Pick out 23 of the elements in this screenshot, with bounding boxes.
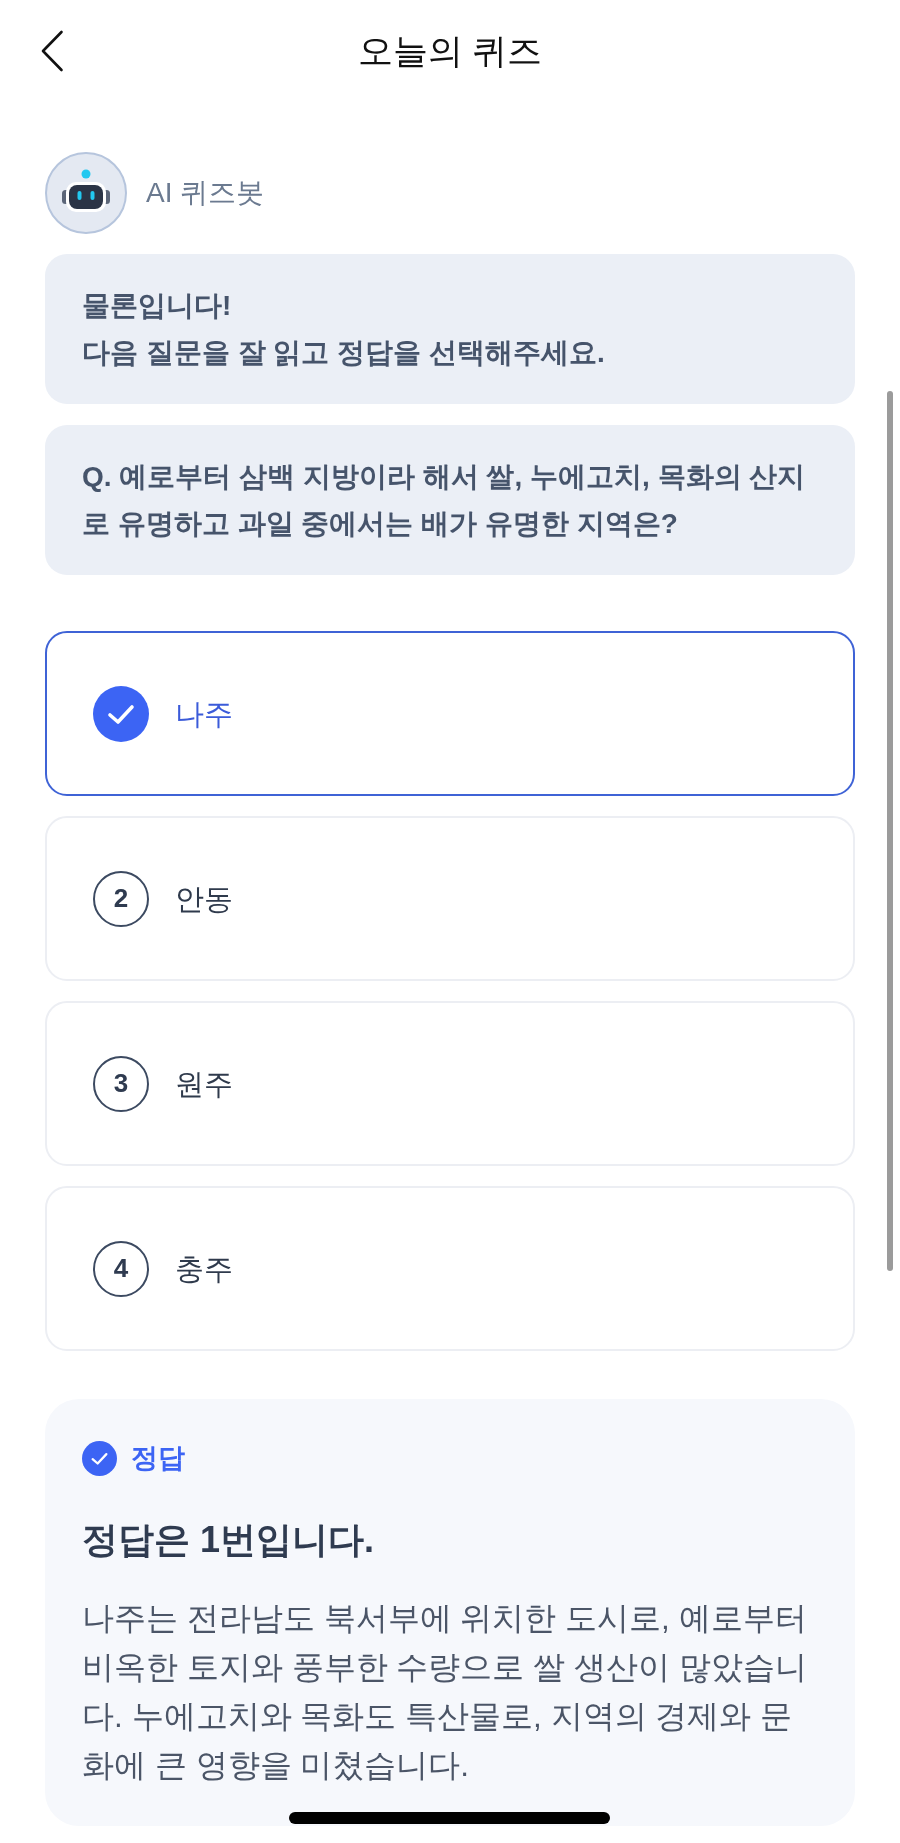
answer-option[interactable]: 4 충주 bbox=[45, 1186, 855, 1351]
option-label: 나주 bbox=[175, 696, 233, 732]
robot-avatar-icon bbox=[45, 152, 127, 234]
answer-option[interactable]: 2 안동 bbox=[45, 816, 855, 981]
answer-explanation: 나주는 전라남도 북서부에 위치한 도시로, 예로부터 비옥한 토지와 풍부한 수량으로 쌀 생산이 많았습니다. 누에고치와 목화도 특산물로, 지역의 경제와 문화에 큰 영향을 미쳤습니다. bbox=[82, 1599, 808, 1785]
check-icon bbox=[93, 685, 149, 742]
option-number: 4 bbox=[93, 1240, 149, 1297]
option-label: 원주 bbox=[175, 1066, 233, 1102]
option-number: 2 bbox=[93, 870, 149, 927]
bot-name: AI 퀴즈봇 bbox=[146, 176, 265, 210]
answer-title: 정답은 1번입니다. bbox=[82, 1518, 376, 1562]
question-message: Q. 예로부터 삼백 지방이라 해서 쌀, 누에고치, 목화의 산지로 유명하고 과일 중에서는 배가 유명한 지역은? bbox=[45, 425, 855, 575]
answer-option[interactable]: 3 원주 bbox=[45, 1001, 855, 1166]
answer-label: 정답 bbox=[131, 1442, 185, 1475]
answer-option[interactable]: 나주 bbox=[45, 631, 855, 796]
back-button[interactable] bbox=[40, 30, 64, 72]
back-icon bbox=[40, 30, 64, 72]
option-label: 안동 bbox=[175, 881, 233, 917]
bot-message: 물론입니다! 다음 질문을 잘 읽고 정답을 선택해주세요. bbox=[45, 254, 855, 404]
page-title: 오늘의 퀴즈 bbox=[357, 30, 543, 72]
option-label: 충주 bbox=[175, 1251, 233, 1287]
check-icon bbox=[82, 1440, 117, 1476]
option-number: 3 bbox=[93, 1055, 149, 1112]
